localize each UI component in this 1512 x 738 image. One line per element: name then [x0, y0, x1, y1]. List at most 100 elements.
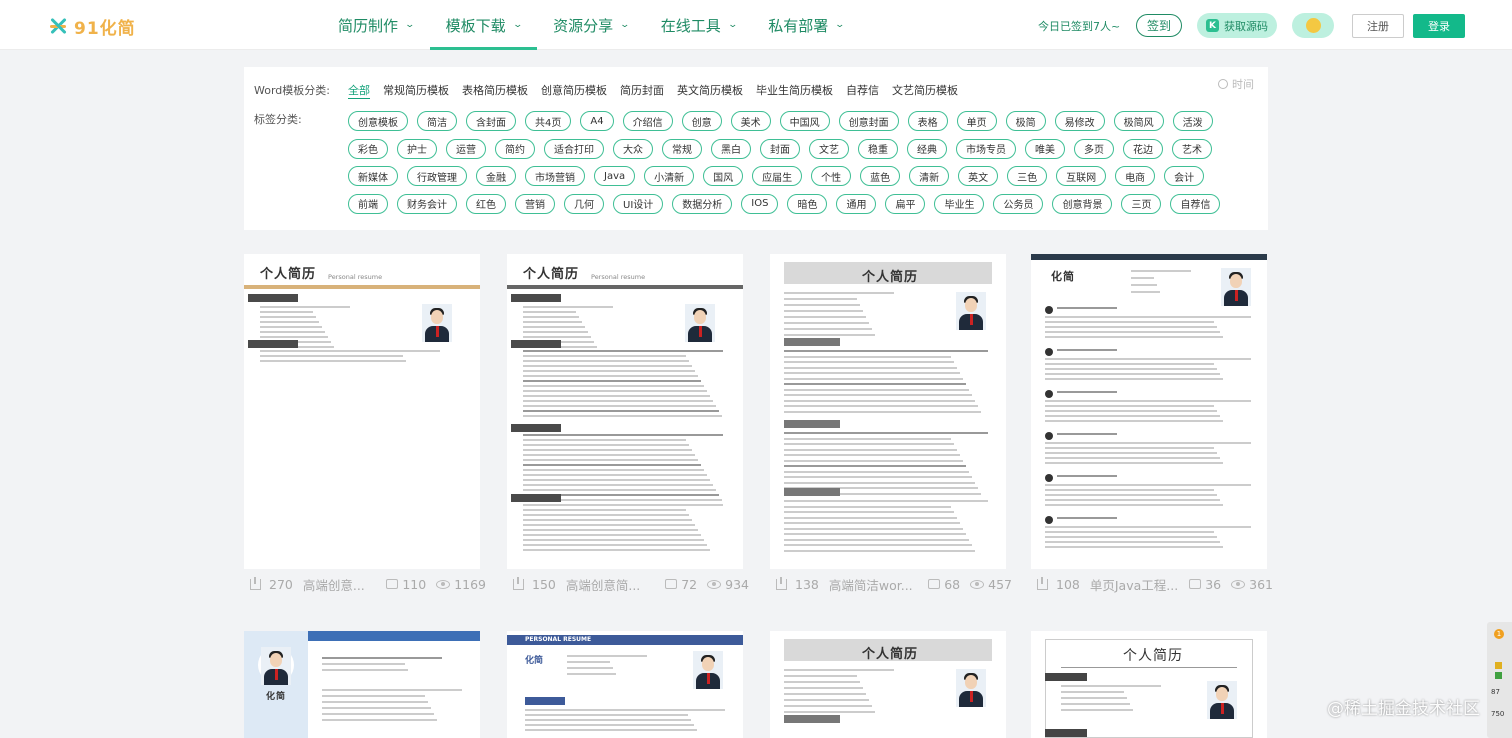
floating-side-widget[interactable]: 1 87 750 [1487, 622, 1512, 738]
get-source-button[interactable]: K 获取源码 [1197, 13, 1277, 38]
tag-chip[interactable]: 单页 [956, 111, 997, 131]
tag-chip[interactable]: 极简 [1005, 111, 1046, 131]
tag-chip[interactable]: 三色 [1007, 166, 1048, 186]
template-name[interactable]: 高端创意简... [566, 575, 657, 594]
tag-chip[interactable]: 大众 [613, 138, 653, 159]
tag-chip[interactable]: 公务员 [993, 193, 1044, 214]
tag-chip[interactable]: 稳重 [858, 138, 898, 159]
user-avatar[interactable] [1292, 13, 1334, 38]
tag-chip[interactable]: 简约 [495, 138, 535, 159]
template-card[interactable]: 化简 [1031, 254, 1267, 569]
tag-chip[interactable]: 封面 [760, 138, 800, 159]
tag-chip[interactable]: 暗色 [787, 193, 828, 214]
nav-item-private-deploy[interactable]: 私有部署 ⌄ [752, 0, 860, 50]
tag-chip[interactable]: 蓝色 [860, 166, 901, 186]
tag-chip[interactable]: 个性 [811, 166, 852, 186]
template-name[interactable]: 单页Java工程... [1090, 575, 1181, 594]
tag-chip[interactable]: 自荐信 [1170, 193, 1221, 214]
tag-chip[interactable]: 创意背景 [1052, 193, 1113, 214]
tag-chip[interactable]: 彩色 [348, 138, 388, 159]
tag-chip[interactable]: 市场营销 [525, 166, 585, 186]
resume-text-line [784, 459, 963, 462]
tag-chip[interactable]: 通用 [836, 193, 877, 214]
tag-chip[interactable]: Java [594, 166, 636, 186]
tag-chip[interactable]: 含封面 [466, 111, 516, 131]
template-card[interactable]: 个人简历 Personal resume [507, 254, 743, 569]
category-item[interactable]: 全部 [348, 82, 370, 99]
category-item[interactable]: 表格简历模板 [462, 82, 528, 99]
tag-chip[interactable]: 应届生 [752, 166, 803, 186]
tag-chip[interactable]: 英文 [958, 166, 999, 186]
tag-chip[interactable]: 介绍信 [622, 111, 673, 131]
tag-chip[interactable]: 表格 [907, 111, 948, 131]
register-button[interactable]: 注册 [1352, 14, 1404, 38]
tag-chip[interactable]: 护士 [397, 138, 437, 159]
template-card[interactable]: 个人简历 Personal resume [244, 254, 480, 569]
tag-chip[interactable]: 行政管理 [407, 166, 467, 186]
tag-chip[interactable]: 数据分析 [672, 193, 733, 214]
tag-chip[interactable]: 新媒体 [348, 166, 398, 186]
template-card[interactable]: PERSONAL RESUME 化简 [507, 631, 743, 738]
tag-chip[interactable]: 艺术 [1172, 138, 1212, 159]
tag-chip[interactable]: 活泼 [1172, 111, 1213, 131]
nav-item-online-tools[interactable]: 在线工具 ⌄ [645, 0, 753, 50]
tag-chip[interactable]: 极简风 [1113, 111, 1164, 131]
category-item[interactable]: 创意简历模板 [541, 82, 607, 99]
tag-chip[interactable]: 黑白 [711, 138, 751, 159]
tag-chip[interactable]: 运营 [446, 138, 486, 159]
tag-chip[interactable]: 营销 [515, 193, 555, 214]
template-name[interactable]: 高端简洁wor... [829, 575, 920, 594]
tag-chip[interactable]: 毕业生 [934, 193, 985, 214]
tag-chip[interactable]: 财务会计 [397, 193, 457, 214]
tag-chip[interactable]: 会计 [1164, 166, 1205, 186]
tag-chip[interactable]: 创意模板 [348, 111, 408, 131]
tag-chip[interactable]: 金融 [476, 166, 516, 186]
template-card[interactable]: 个人简历 [770, 254, 1006, 569]
tag-chip[interactable]: A4 [580, 111, 614, 131]
tag-chip[interactable]: 红色 [466, 193, 506, 214]
nav-item-template-download[interactable]: 模板下载 ⌄ [429, 0, 538, 50]
tag-chip[interactable]: 互联网 [1056, 166, 1107, 186]
template-card[interactable]: 个人简历 [1031, 631, 1267, 738]
tag-chip[interactable]: 常规 [662, 138, 702, 159]
tag-chip[interactable]: 经典 [907, 138, 947, 159]
nav-item-resource-share[interactable]: 资源分享 ⌄ [537, 0, 645, 50]
tag-chip[interactable]: 前端 [348, 193, 388, 214]
tag-chip[interactable]: 国风 [703, 166, 744, 186]
category-item[interactable]: 文艺简历模板 [892, 82, 958, 99]
tag-chip[interactable]: 电商 [1115, 166, 1156, 186]
nav-item-resume-make[interactable]: 简历制作 ⌄ [322, 0, 430, 50]
template-card[interactable]: 化简 [244, 631, 480, 738]
tag-chip[interactable]: 文艺 [809, 138, 849, 159]
category-item[interactable]: 英文简历模板 [677, 82, 743, 99]
checkin-button[interactable]: 签到 [1136, 14, 1182, 37]
tag-chip[interactable]: 创意 [681, 111, 722, 131]
tag-chip[interactable]: 共4页 [525, 111, 572, 131]
tag-chip[interactable]: UI设计 [613, 193, 664, 214]
template-name[interactable]: 高端创意... [303, 575, 378, 594]
tag-chip[interactable]: 花边 [1123, 138, 1163, 159]
tag-chip[interactable]: IOS [741, 193, 779, 214]
login-button[interactable]: 登录 [1413, 14, 1465, 38]
tag-chip[interactable]: 多页 [1074, 138, 1114, 159]
time-sort-toggle[interactable]: 时间 [1218, 76, 1254, 92]
site-logo[interactable]: 91化简 [48, 13, 136, 39]
tag-chip[interactable]: 易修改 [1054, 111, 1105, 131]
category-item[interactable]: 毕业生简历模板 [756, 82, 833, 99]
tag-chip[interactable]: 创意封面 [838, 111, 899, 131]
tag-chip[interactable]: 小清新 [644, 166, 695, 186]
category-item[interactable]: 自荐信 [846, 82, 879, 99]
category-item[interactable]: 常规简历模板 [383, 82, 449, 99]
category-item[interactable]: 简历封面 [620, 82, 664, 99]
tag-chip[interactable]: 清新 [909, 166, 950, 186]
tag-chip[interactable]: 简洁 [417, 111, 457, 131]
tag-chip[interactable]: 扁平 [885, 193, 926, 214]
tag-chip[interactable]: 三页 [1121, 193, 1162, 214]
template-card[interactable]: 个人简历 [770, 631, 1006, 738]
tag-chip[interactable]: 市场专员 [956, 138, 1016, 159]
tag-chip[interactable]: 几何 [564, 193, 604, 214]
tag-chip[interactable]: 唯美 [1025, 138, 1065, 159]
tag-chip[interactable]: 适合打印 [544, 138, 604, 159]
tag-chip[interactable]: 美术 [730, 111, 771, 131]
tag-chip[interactable]: 中国风 [779, 111, 830, 131]
